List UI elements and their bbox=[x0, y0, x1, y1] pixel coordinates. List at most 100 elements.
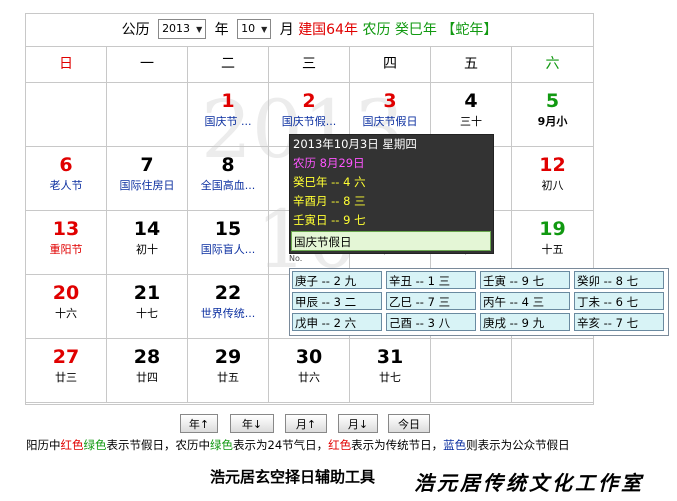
note-text: 表示节假日，农历中 bbox=[106, 438, 211, 452]
day-cell[interactable]: 28 廿四 bbox=[107, 339, 188, 403]
day-cell[interactable] bbox=[431, 339, 512, 403]
day-lunar-label: 十六 bbox=[55, 307, 77, 320]
note-blue: 蓝色 bbox=[443, 438, 467, 452]
day-lunar-label: 初十 bbox=[136, 243, 158, 256]
studio-logo-text: 浩元居传统文化工作室 bbox=[414, 471, 644, 495]
hour-ganzhi-table: 庚子 -- 2 九辛丑 -- 1 三壬寅 -- 9 七癸卯 -- 8 七甲辰 -… bbox=[289, 268, 669, 336]
day-cell[interactable]: 6 老人节 bbox=[26, 147, 107, 211]
day-cell[interactable]: 13 重阳节 bbox=[26, 211, 107, 275]
day-cell[interactable]: 8 全国高血... bbox=[188, 147, 269, 211]
weekday-wed: 三 bbox=[269, 47, 350, 82]
day-number: 12 bbox=[539, 154, 566, 176]
weekday-row: 日 一 二 三 四 五 六 bbox=[26, 47, 593, 83]
year-down-button[interactable]: 年↓ bbox=[230, 414, 274, 433]
day-lunar-label: 廿五 bbox=[217, 371, 239, 384]
day-cell[interactable]: 12 初八 bbox=[512, 147, 593, 211]
day-lunar-label: 十七 bbox=[136, 307, 158, 320]
day-number: 30 bbox=[295, 346, 323, 368]
ganzhi-year: 癸巳年 bbox=[394, 22, 437, 38]
color-legend-note: 阳历中红色绿色表示节假日，农历中绿色表示为24节气日，红色表示为传统节日，蓝色则… bbox=[26, 437, 570, 453]
hour-ganzhi-cell: 癸卯 -- 8 七 bbox=[574, 271, 664, 289]
day-number: 5 bbox=[545, 90, 560, 112]
month-select[interactable]: 10 ▼ bbox=[237, 19, 272, 39]
no-label: No. bbox=[289, 254, 303, 263]
day-cell[interactable]: 20 十六 bbox=[26, 275, 107, 339]
day-number: 14 bbox=[133, 218, 161, 240]
day-number: 4 bbox=[464, 90, 478, 112]
chevron-down-icon: ▼ bbox=[261, 25, 268, 34]
day-number: 22 bbox=[214, 282, 242, 304]
hour-ganzhi-cell: 壬寅 -- 9 七 bbox=[480, 271, 570, 289]
day-number: 19 bbox=[539, 218, 566, 240]
day-lunar-label: 十五 bbox=[541, 243, 564, 256]
day-cell[interactable]: 31 廿七 bbox=[350, 339, 431, 403]
day-cell[interactable]: 15 国际盲人... bbox=[188, 211, 269, 275]
tooltip-year-ganzhi: 癸巳年 -- 4 六 bbox=[293, 175, 366, 189]
day-lunar-label: 老人节 bbox=[49, 179, 83, 192]
day-lunar-label: 三十 bbox=[460, 115, 482, 128]
day-lunar-label: 9月小 bbox=[537, 115, 568, 128]
note-red: 红色 bbox=[328, 438, 352, 452]
day-lunar-label: 初八 bbox=[541, 179, 564, 192]
today-button[interactable]: 今日 bbox=[388, 414, 430, 433]
hour-ganzhi-cell: 戊申 -- 2 六 bbox=[292, 313, 382, 331]
hour-ganzhi-cell: 甲辰 -- 3 二 bbox=[292, 292, 382, 310]
day-cell[interactable] bbox=[26, 83, 107, 147]
day-tooltip: 2013年10月3日 星期四 农历 8月29日 癸巳年 -- 4 六 辛酉月 -… bbox=[289, 134, 494, 254]
day-number: 29 bbox=[214, 346, 242, 368]
month-down-button[interactable]: 月↓ bbox=[338, 414, 378, 433]
day-lunar-label: 廿四 bbox=[136, 371, 158, 384]
tool-title: 浩元居玄空择日辅助工具 bbox=[210, 468, 376, 486]
lunar-label: 农历 bbox=[362, 22, 391, 38]
hour-ganzhi-cell: 辛亥 -- 7 七 bbox=[574, 313, 664, 331]
day-number: 6 bbox=[59, 154, 73, 176]
day-number: 2 bbox=[302, 90, 316, 112]
day-number: 27 bbox=[52, 346, 80, 368]
day-number: 7 bbox=[140, 154, 154, 176]
note-green: 绿色 bbox=[83, 438, 107, 452]
weekday-tue: 二 bbox=[188, 47, 269, 82]
day-cell[interactable] bbox=[107, 83, 188, 147]
weekday-mon: 一 bbox=[107, 47, 188, 82]
calendar-header: 公历 2013 ▼ 年 10 ▼ 月 建国64年 农历 癸巳年 【蛇年】 bbox=[26, 14, 593, 47]
calendar-type-label: 公历 bbox=[121, 22, 150, 38]
hour-ganzhi-cell: 丙午 -- 4 三 bbox=[480, 292, 570, 310]
day-number: 1 bbox=[221, 90, 235, 112]
month-select-value: 10 bbox=[241, 22, 256, 35]
hour-ganzhi-cell: 乙巳 -- 7 三 bbox=[386, 292, 476, 310]
day-cell[interactable]: 7 国际住房日 bbox=[107, 147, 188, 211]
hour-ganzhi-cell: 庚戌 -- 9 九 bbox=[480, 313, 570, 331]
day-cell[interactable]: 30 廿六 bbox=[269, 339, 350, 403]
day-lunar-label: 世界传统... bbox=[200, 307, 256, 320]
day-cell[interactable] bbox=[512, 339, 593, 403]
day-lunar-label: 国际住房日 bbox=[119, 179, 175, 192]
day-cell[interactable]: 19 十五 bbox=[512, 211, 593, 275]
year-select[interactable]: 2013 ▼ bbox=[158, 19, 207, 39]
day-lunar-label: 国庆节假... bbox=[281, 115, 337, 128]
day-cell[interactable]: 14 初十 bbox=[107, 211, 188, 275]
note-red: 红色 bbox=[60, 438, 84, 452]
day-cell[interactable]: 22 世界传统... bbox=[188, 275, 269, 339]
note-text: 表示为24节气日， bbox=[233, 438, 329, 452]
note-green: 绿色 bbox=[210, 438, 233, 452]
month-up-button[interactable]: 月↑ bbox=[285, 414, 327, 433]
chevron-down-icon: ▼ bbox=[196, 25, 203, 34]
weekday-thu: 四 bbox=[350, 47, 431, 82]
year-up-button[interactable]: 年↑ bbox=[180, 414, 218, 433]
zodiac-year: 【蛇年】 bbox=[441, 22, 498, 38]
day-lunar-label: 国际盲人... bbox=[200, 243, 256, 256]
weekday-fri: 五 bbox=[431, 47, 512, 82]
day-cell[interactable]: 21 十七 bbox=[107, 275, 188, 339]
day-cell[interactable]: 5 9月小 bbox=[512, 83, 593, 147]
note-text: 表示为传统节日， bbox=[351, 438, 444, 452]
hour-ganzhi-cell: 己酉 -- 3 八 bbox=[386, 313, 476, 331]
day-cell[interactable]: 1 国庆节 ... bbox=[188, 83, 269, 147]
day-cell[interactable]: 27 廿三 bbox=[26, 339, 107, 403]
hour-ganzhi-cell: 庚子 -- 2 九 bbox=[292, 271, 382, 289]
day-cell[interactable]: 29 廿五 bbox=[188, 339, 269, 403]
tooltip-holiday: 国庆节假日 bbox=[291, 231, 491, 251]
day-lunar-label: 全国高血... bbox=[200, 179, 256, 192]
day-lunar-label: 国庆节 ... bbox=[204, 115, 252, 128]
day-number: 21 bbox=[133, 282, 161, 304]
note-text: 阳历中 bbox=[26, 438, 61, 452]
